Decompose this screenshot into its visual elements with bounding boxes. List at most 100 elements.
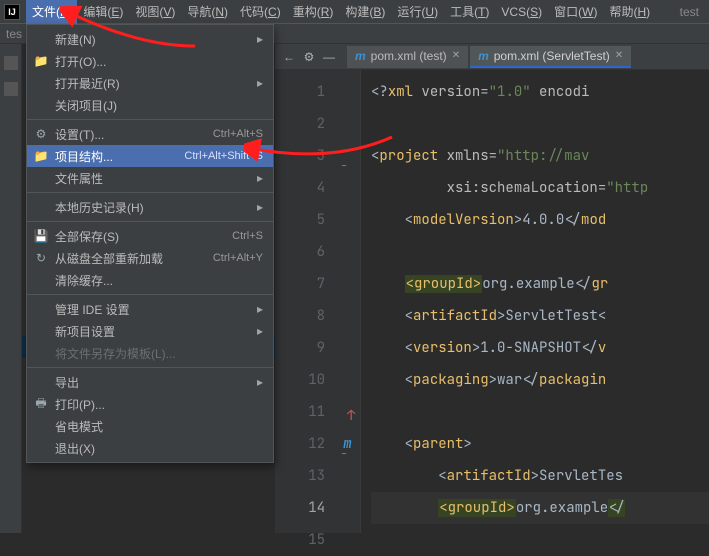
chevron-right-icon: ▸ (255, 375, 263, 389)
file-menu-item-19[interactable]: 导出 ▸ (27, 371, 273, 393)
code-line[interactable]: <modelVersion>4.0.0</mod (371, 204, 709, 236)
folder-icon: 📁 (33, 54, 49, 68)
maven-mark-icon: m (335, 428, 360, 460)
shortcut-label: Ctrl+S (232, 230, 263, 242)
code-line[interactable]: xsi:schemaLocation="http (371, 172, 709, 204)
structure-toolwindow-icon[interactable] (4, 82, 18, 96)
file-menu-item-20[interactable]: 🖶 打印(P)... (27, 393, 273, 415)
menu-VCS[interactable]: VCS(S) (495, 0, 548, 24)
file-menu-item-13[interactable]: 清除缓存... (27, 269, 273, 291)
save-icon: 💾 (33, 229, 49, 243)
file-menu-item-label: 省电模式 (55, 418, 263, 435)
line-number: 10 (275, 364, 325, 396)
chevron-right-icon: ▸ (255, 324, 263, 338)
line-number: 6 (275, 236, 325, 268)
file-menu-item-15[interactable]: 管理 IDE 设置▸ (27, 298, 273, 320)
code-line[interactable]: <packaging>war</packagin (371, 364, 709, 396)
code-line[interactable] (371, 108, 709, 140)
code-line[interactable]: <?xml version="1.0" encodi (371, 76, 709, 108)
file-menu-item-label: 打开最近(R) (55, 75, 249, 92)
chevron-right-icon: ▸ (255, 76, 263, 90)
back-icon[interactable]: ← (283, 51, 295, 63)
line-number: 5 (275, 204, 325, 236)
maven-icon: m (478, 49, 489, 63)
code-line[interactable] (371, 396, 709, 428)
project-toolwindow-icon[interactable] (4, 56, 18, 70)
line-number: 12 (275, 428, 325, 460)
menu-窗口[interactable]: 窗口(W) (548, 0, 603, 24)
file-menu-item-12[interactable]: ↻从磁盘全部重新加载Ctrl+Alt+Y (27, 247, 273, 269)
menu-文件[interactable]: 文件(F) (26, 0, 77, 24)
file-menu-item-9[interactable]: 本地历史记录(H) ▸ (27, 196, 273, 218)
minimize-icon[interactable]: — (323, 51, 335, 63)
file-menu-item-label: 全部保存(S) (55, 228, 226, 245)
file-menu-item-21[interactable]: 省电模式 (27, 415, 273, 437)
menu-导航[interactable]: 导航(N) (181, 0, 234, 24)
line-number: 13 (275, 460, 325, 492)
file-menu-item-0[interactable]: 新建(N)▸ (27, 28, 273, 50)
gear-icon[interactable]: ⚙ (303, 51, 315, 63)
file-menu-item-label: 导出 (55, 374, 249, 391)
code-line[interactable]: <artifactId>ServletTes (371, 460, 709, 492)
menu-编辑[interactable]: 编辑(E) (77, 0, 129, 24)
file-menu-item-label: 退出(X) (55, 440, 263, 457)
code-line[interactable] (371, 236, 709, 268)
file-menu-item-22[interactable]: 退出(X) (27, 437, 273, 459)
file-menu-item-label: 打印(P)... (55, 396, 263, 413)
code-line[interactable]: <parent> (371, 428, 709, 460)
fold-icon[interactable]: – (341, 150, 347, 182)
file-menu-item-16[interactable]: 新项目设置▸ (27, 320, 273, 342)
marker-gutter: –m↑– (335, 70, 361, 533)
code-line[interactable]: <artifactId>ServletTest< (371, 300, 709, 332)
menu-帮助[interactable]: 帮助(H) (603, 0, 656, 24)
code-editor[interactable]: 123456789101112131415 –m↑– <?xml version… (275, 70, 709, 533)
menu-运行[interactable]: 运行(U) (391, 0, 444, 24)
menu-代码[interactable]: 代码(C) (234, 0, 287, 24)
close-icon[interactable]: ✕ (452, 50, 460, 61)
reload-icon: ↻ (33, 251, 49, 265)
file-menu-item-label: 关闭项目(J) (55, 97, 263, 114)
file-menu-item-3[interactable]: 关闭项目(J) (27, 94, 273, 116)
menu-构建[interactable]: 构建(B) (339, 0, 391, 24)
line-number-gutter: 123456789101112131415 (275, 70, 335, 533)
editor-tab-0[interactable]: mpom.xml (test)✕ (347, 46, 468, 68)
tab-label: pom.xml (test) (371, 49, 447, 63)
editor-tabstrip: mpom.xml (test)✕mpom.xml (ServletTest)✕ (347, 46, 631, 68)
line-number: 1 (275, 76, 325, 108)
file-menu-item-11[interactable]: 💾 全部保存(S) Ctrl+S (27, 225, 273, 247)
line-number: 4 (275, 172, 325, 204)
code-body[interactable]: <?xml version="1.0" encodi <project xmlns… (361, 70, 709, 533)
code-line[interactable]: <groupId>org.example</ (371, 492, 709, 524)
file-menu-item-7[interactable]: 文件属性▸ (27, 167, 273, 189)
gear-icon: ⚙ (33, 127, 49, 141)
file-menu-item-6[interactable]: 📁项目结构...Ctrl+Alt+Shift+S (27, 145, 273, 167)
editor-toolbar: ← ⚙ — mpom.xml (test)✕mpom.xml (ServletT… (275, 44, 709, 70)
shortcut-label: Ctrl+Alt+S (213, 128, 263, 140)
print-icon: 🖶 (33, 394, 49, 415)
editor-area: ← ⚙ — mpom.xml (test)✕mpom.xml (ServletT… (275, 44, 709, 533)
menu-视图[interactable]: 视图(V) (129, 0, 181, 24)
project-name-right: test (674, 5, 705, 19)
menu-工具[interactable]: 工具(T) (444, 0, 495, 24)
line-number: 2 (275, 108, 325, 140)
line-number: 3 (275, 140, 325, 172)
menu-重构[interactable]: 重构(R) (287, 0, 340, 24)
chevron-right-icon: ▸ (255, 200, 263, 214)
file-menu-item-1[interactable]: 📁 打开(O)... (27, 50, 273, 72)
file-menu-item-5[interactable]: ⚙设置(T)...Ctrl+Alt+S (27, 123, 273, 145)
code-line[interactable]: <groupId>org.example</gr (371, 268, 709, 300)
line-number: 11 (275, 396, 325, 428)
close-icon[interactable]: ✕ (615, 50, 623, 61)
file-menu-item-2[interactable]: 打开最近(R) ▸ (27, 72, 273, 94)
chevron-right-icon: ▸ (255, 302, 263, 316)
line-number: 15 (275, 524, 325, 556)
file-menu-item-label: 从磁盘全部重新加载 (55, 250, 207, 267)
file-menu-item-label: 打开(O)... (55, 53, 263, 70)
menu-bar: IJ 文件(F)编辑(E)视图(V)导航(N)代码(C)重构(R)构建(B)运行… (0, 0, 709, 24)
code-line[interactable] (371, 524, 709, 533)
file-menu-item-label: 本地历史记录(H) (55, 199, 249, 216)
fold-icon[interactable]: – (341, 438, 347, 470)
code-line[interactable]: <version>1.0-SNAPSHOT</v (371, 332, 709, 364)
code-line[interactable]: <project xmlns="http://mav (371, 140, 709, 172)
editor-tab-1[interactable]: mpom.xml (ServletTest)✕ (470, 46, 631, 68)
